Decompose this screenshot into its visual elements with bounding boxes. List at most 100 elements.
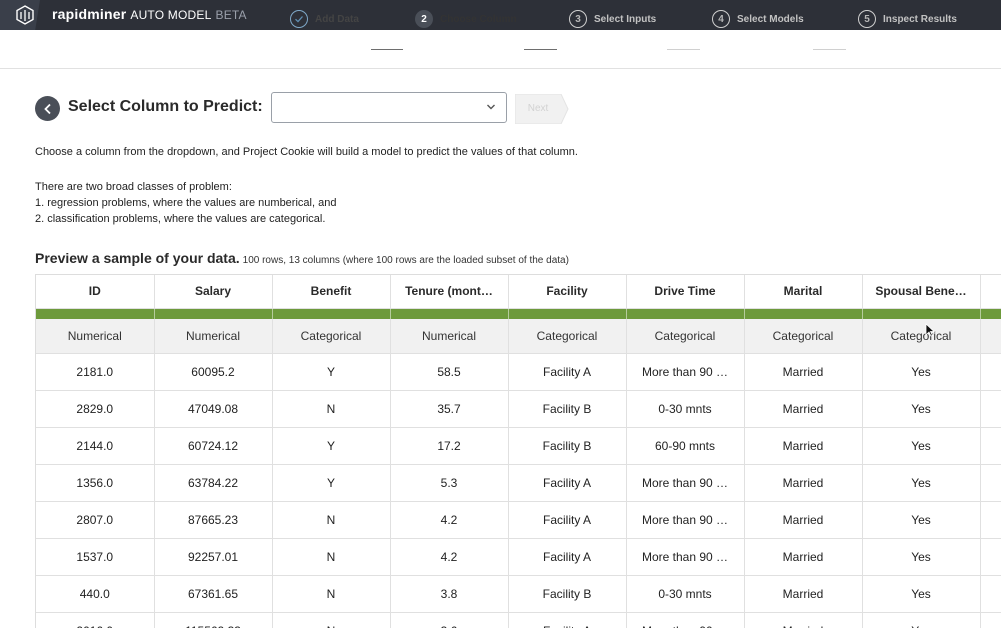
table-cell — [980, 501, 1001, 539]
table-cell: 67361.65 — [154, 575, 273, 613]
column-header[interactable]: Salary — [154, 275, 273, 309]
table-cell: 115562.33 — [154, 612, 273, 628]
table-cell — [980, 390, 1001, 428]
column-type: Categorical — [626, 319, 745, 354]
column-type-row: Numerical Numerical Categorical Numerica… — [36, 319, 1001, 354]
table-cell: 0-30 mnts — [626, 575, 745, 613]
table-cell: 4.2 — [390, 538, 509, 576]
table-row[interactable]: 2016.0 115562.33 N 3.6 Facility A More t… — [36, 612, 1001, 628]
table-cell: Y — [272, 464, 391, 502]
table-cell: Married — [744, 390, 863, 428]
quality-bar — [744, 308, 863, 319]
step-connector — [371, 49, 403, 50]
step-number: 4 — [712, 10, 730, 28]
table-cell: 92257.01 — [154, 538, 273, 576]
table-cell — [980, 575, 1001, 613]
table-cell: 58.5 — [390, 353, 509, 391]
table-cell: 440.0 — [36, 575, 155, 613]
table-cell: Married — [744, 538, 863, 576]
column-type: Numerical — [390, 319, 509, 354]
column-header[interactable]: Marital — [744, 275, 863, 309]
step-add-data[interactable]: Add Data — [290, 9, 359, 29]
table-cell: 2181.0 — [36, 353, 155, 391]
step-label: Select Inputs — [594, 13, 657, 25]
table-cell: Yes — [862, 575, 981, 613]
next-button[interactable]: Next — [515, 94, 569, 124]
column-header[interactable]: Drive Time — [626, 275, 745, 309]
brand-main: rapidminer — [52, 6, 127, 22]
column-header[interactable]: ID — [36, 275, 155, 309]
table-row[interactable]: 1356.0 63784.22 Y 5.3 Facility A More th… — [36, 464, 1001, 502]
table-cell — [980, 353, 1001, 391]
column-type: Categorical — [272, 319, 391, 354]
mouse-pointer-icon — [925, 323, 935, 337]
wizard-stepper — [0, 30, 1001, 69]
quality-bar — [626, 308, 745, 319]
table-row[interactable]: 1537.0 92257.01 N 4.2 Facility A More th… — [36, 538, 1001, 576]
table-cell: 2016.0 — [36, 612, 155, 628]
table-row[interactable]: 2144.0 60724.12 Y 17.2 Facility B 60-90 … — [36, 427, 1001, 465]
quality-bar — [36, 308, 155, 319]
table-cell: Facility B — [508, 390, 627, 428]
column-header[interactable]: Facility — [508, 275, 627, 309]
table-cell: 0-30 mnts — [626, 390, 745, 428]
step-label: Inspect Results — [883, 13, 957, 25]
table-row[interactable]: 2181.0 60095.2 Y 58.5 Facility A More th… — [36, 353, 1001, 391]
chevron-down-icon — [487, 104, 495, 110]
table-cell: Facility A — [508, 538, 627, 576]
table-cell: 3.8 — [390, 575, 509, 613]
preview-heading: Preview a sample of your data. 100 rows, … — [35, 250, 569, 268]
table-cell: N — [272, 538, 391, 576]
column-header[interactable]: Benefit — [272, 275, 391, 309]
quality-bar — [862, 308, 981, 319]
table-cell: 17.2 — [390, 427, 509, 465]
table-cell: More than 90 … — [626, 464, 745, 502]
step-connector — [667, 49, 700, 50]
table-cell: 1537.0 — [36, 538, 155, 576]
column-type — [980, 319, 1001, 354]
table-cell: Facility B — [508, 575, 627, 613]
column-header[interactable]: Spousal Bene… — [862, 275, 981, 309]
table-cell: 1356.0 — [36, 464, 155, 502]
table-row[interactable]: 2829.0 47049.08 N 35.7 Facility B 0-30 m… — [36, 390, 1001, 428]
data-preview-table[interactable]: ID Salary Benefit Tenure (mont… Facility… — [35, 274, 1001, 628]
table-cell: Married — [744, 612, 863, 628]
table-cell: More than 90 … — [626, 538, 745, 576]
table-cell: Married — [744, 464, 863, 502]
step-choose-column[interactable]: 2 Choose Column — [415, 9, 517, 29]
table-row[interactable]: 2807.0 87665.23 N 4.2 Facility A More th… — [36, 501, 1001, 539]
step-number: 5 — [858, 10, 876, 28]
table-row[interactable]: 440.0 67361.65 N 3.8 Facility B 0-30 mnt… — [36, 575, 1001, 613]
table-cell: More than 90 … — [626, 501, 745, 539]
table-cell: Facility A — [508, 612, 627, 628]
table-cell — [980, 538, 1001, 576]
column-header — [980, 275, 1001, 309]
step-connector — [813, 49, 846, 50]
table-cell: Yes — [862, 464, 981, 502]
step-inspect-results[interactable]: 5 Inspect Results — [858, 9, 957, 29]
table-cell: Yes — [862, 538, 981, 576]
column-select[interactable] — [271, 92, 507, 123]
description-text: Choose a column from the dropdown, and P… — [35, 146, 578, 158]
table-cell: 87665.23 — [154, 501, 273, 539]
step-connector — [524, 49, 557, 50]
description-text: There are two broad classes of problem: — [35, 181, 232, 193]
table-cell: N — [272, 501, 391, 539]
back-button[interactable] — [35, 96, 60, 121]
table-cell: 5.3 — [390, 464, 509, 502]
table-cell: 47049.08 — [154, 390, 273, 428]
step-select-models[interactable]: 4 Select Models — [712, 9, 804, 29]
table-cell: 60724.12 — [154, 427, 273, 465]
quality-bar — [154, 308, 273, 319]
step-label: Add Data — [315, 13, 359, 25]
column-header[interactable]: Tenure (mont… — [390, 275, 509, 309]
table-cell: 2807.0 — [36, 501, 155, 539]
step-label: Choose Column — [440, 13, 517, 25]
step-select-inputs[interactable]: 3 Select Inputs — [569, 9, 656, 29]
table-cell — [980, 464, 1001, 502]
quality-bar — [390, 308, 509, 319]
column-type: Numerical — [36, 319, 155, 354]
description-text: 2. classification problems, where the va… — [35, 213, 326, 225]
preview-subtitle: 100 rows, 13 columns (where 100 rows are… — [242, 255, 569, 266]
table-cell — [980, 612, 1001, 628]
